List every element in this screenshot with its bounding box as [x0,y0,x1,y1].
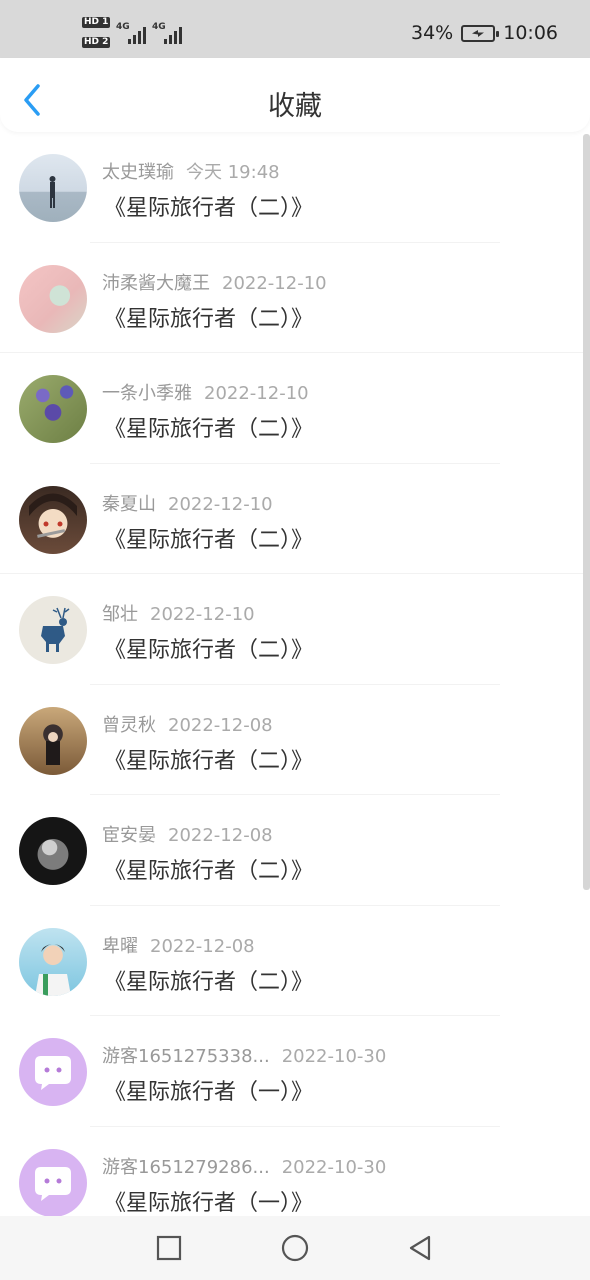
status-right: 34% 10:06 [411,22,558,44]
list-item[interactable]: 邹壮 2022-12-10 《星际旅行者（二）》 [0,574,590,685]
avatar[interactable] [19,375,87,443]
avatar[interactable] [19,264,87,333]
work-title[interactable]: 《星际旅行者（一）》 [104,1074,313,1106]
work-title[interactable]: 《星际旅行者（二）》 [104,853,313,885]
user-name[interactable]: 一条小季雅 [102,383,192,404]
clock: 10:06 [503,22,558,44]
avatar[interactable] [19,927,87,996]
list-item[interactable]: 宦安晏 2022-12-08 《星际旅行者（二）》 [0,795,590,906]
timestamp: 2022-12-08 [150,935,255,957]
chat-bubble-icon [35,1166,71,1201]
list-item[interactable]: 沛柔酱大魔王 2022-12-10 《星际旅行者（二）》 [0,243,590,353]
status-bar: HD 1 HD 2 4G 4G 34% 10:06 [0,0,590,58]
timestamp: 2022-12-10 [204,383,309,404]
timestamp: 2022-12-08 [168,825,273,846]
work-title[interactable]: 《星际旅行者（一）》 [104,1185,313,1217]
user-name[interactable]: 邹壮 [102,604,138,625]
work-title[interactable]: 《星际旅行者（二）》 [104,964,313,996]
battery-icon [461,24,500,42]
list-item[interactable]: 一条小季雅 2022-12-10 《星际旅行者（二）》 [0,353,590,464]
list-item[interactable]: 太史璞瑜 今天 19:48 《星际旅行者（二）》 [0,132,590,243]
avatar[interactable] [19,1038,87,1106]
avatar[interactable] [19,706,87,775]
sim1-badge: HD 1 [82,17,111,28]
timestamp: 今天 19:48 [186,162,280,183]
home-button[interactable] [280,1233,310,1263]
chat-bubble-icon [35,1056,71,1090]
work-title[interactable]: 《星际旅行者（二）》 [104,522,313,554]
system-nav-bar [0,1216,590,1280]
user-name[interactable]: 太史璞瑜 [102,162,174,183]
user-name[interactable]: 游客1651279286... [102,1157,270,1178]
list-item[interactable]: 曾灵秋 2022-12-08 《星际旅行者（二）》 [0,685,590,795]
timestamp: 2022-10-30 [281,1046,387,1067]
sim-signal-group: HD 1 HD 2 4G 4G [82,16,192,54]
recents-button[interactable] [154,1233,184,1263]
user-name[interactable]: 秦夏山 [102,494,156,515]
work-title[interactable]: 《星际旅行者（二）》 [104,632,313,664]
user-name[interactable]: 卑曜 [102,936,138,957]
timestamp: 2022-12-10 [168,493,273,515]
square-icon [156,1235,182,1261]
avatar[interactable] [19,1148,87,1216]
user-name[interactable]: 曾灵秋 [102,715,156,736]
user-name[interactable]: 宦安晏 [102,825,156,846]
favorites-list: 太史璞瑜 今天 19:48 《星际旅行者（二）》 沛柔酱大魔王 2022-12-10… [0,132,590,1216]
circle-icon [281,1234,309,1262]
avatar[interactable] [19,817,87,885]
avatar[interactable] [19,596,87,664]
triangle-back-icon [409,1235,431,1261]
timestamp: 2022-12-08 [168,714,273,736]
timestamp: 2022-12-10 [150,604,255,625]
user-name[interactable]: 游客1651275338... [102,1046,270,1067]
battery-percent: 34% [411,22,454,44]
avatar[interactable] [19,485,87,554]
list-item[interactable]: 游客1651279286... 2022-10-30 《星际旅行者（一）》 [0,1127,590,1217]
timestamp: 2022-10-30 [281,1156,387,1178]
list-item[interactable]: 秦夏山 2022-12-10 《星际旅行者（二）》 [0,464,590,574]
timestamp: 2022-12-10 [222,272,327,294]
user-name[interactable]: 沛柔酱大魔王 [102,273,210,294]
scrollbar[interactable] [583,134,590,890]
sim2-badge: HD 2 [82,37,111,48]
avatar[interactable] [19,154,87,222]
list-item[interactable]: 游客1651275338... 2022-10-30 《星际旅行者（一）》 [0,1016,590,1127]
list-item[interactable]: 卑曜 2022-12-08 《星际旅行者（二）》 [0,906,590,1016]
page-title: 收藏 [268,91,322,122]
work-title[interactable]: 《星际旅行者（二）》 [104,743,313,775]
work-title[interactable]: 《星际旅行者（二）》 [104,190,313,222]
work-title[interactable]: 《星际旅行者（二）》 [104,411,313,443]
system-back-button[interactable] [405,1233,435,1263]
header: 收藏 [0,58,590,132]
work-title[interactable]: 《星际旅行者（二）》 [104,301,313,333]
